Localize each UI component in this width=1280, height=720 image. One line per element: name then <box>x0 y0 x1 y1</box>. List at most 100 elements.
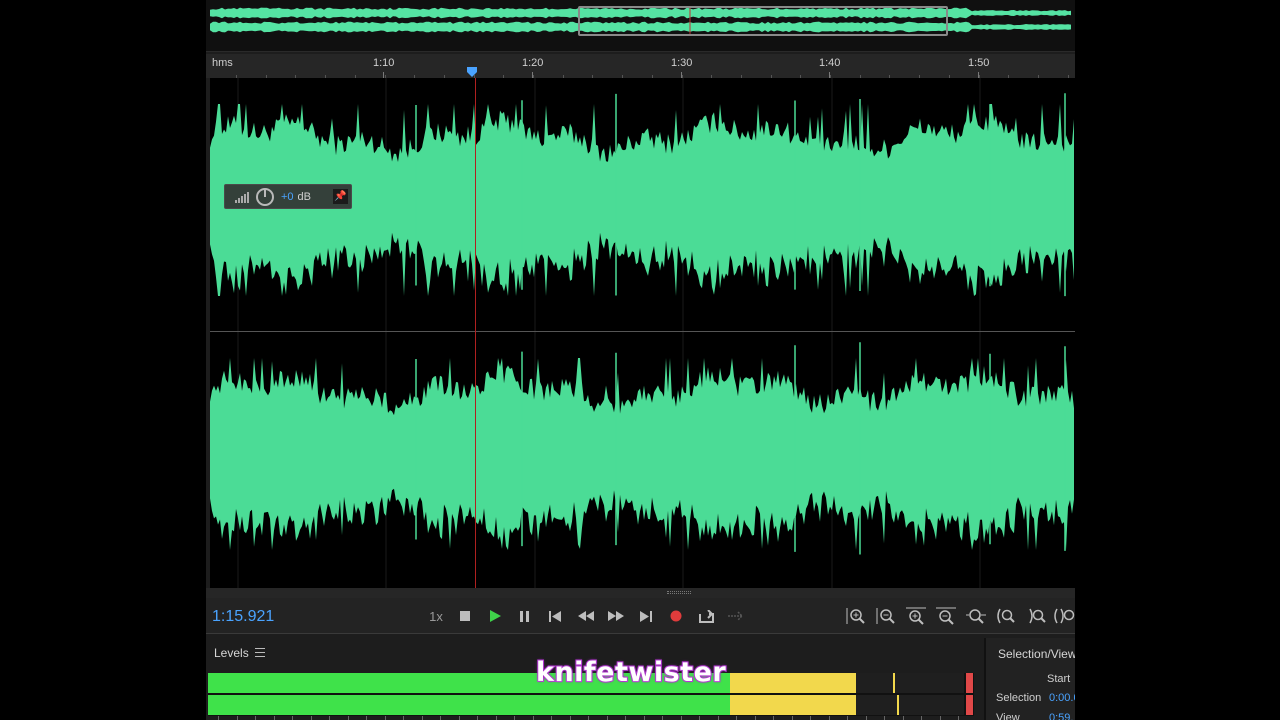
panel-splitter[interactable] <box>206 588 1075 598</box>
zoom-to-selection-button[interactable] <box>965 606 987 626</box>
meter-headroom <box>856 673 964 693</box>
meter-scale-tick <box>643 716 645 720</box>
ruler-tick-label: 1:20 <box>522 57 544 69</box>
meter-scale-tick <box>347 716 349 720</box>
meter-scale-tick <box>329 716 330 720</box>
skip-forward-icon <box>640 610 652 622</box>
meter-scale-tick <box>717 716 719 720</box>
meter-scale-tick <box>773 716 774 720</box>
meter-peak-hold <box>897 695 899 715</box>
zoom-in-right-button[interactable] <box>1025 606 1047 626</box>
meter-scale-tick <box>828 716 830 720</box>
zoom-in-left-button[interactable] <box>995 606 1017 626</box>
zoom-in-right-icon <box>1029 608 1046 624</box>
meter-scale-tick <box>551 716 552 720</box>
zoom-out-full-button[interactable] <box>1053 606 1075 626</box>
meter-scale-tick <box>791 716 793 720</box>
zoom-out-time-button[interactable] <box>935 606 957 626</box>
meter-scale-tick <box>236 716 238 720</box>
zoom-in-amplitude-icon <box>846 608 865 624</box>
start-column-header: Start <box>1047 673 1071 685</box>
ruler-tick-label: 1:40 <box>819 57 841 69</box>
move-to-next-button[interactable] <box>636 606 656 626</box>
meter-scale-tick <box>810 716 811 720</box>
record-icon <box>670 610 682 622</box>
zoom-in-time-button[interactable] <box>905 606 927 626</box>
meter-scale-tick <box>736 716 737 720</box>
skip-selection-icon <box>728 611 744 621</box>
channel-divider <box>210 331 1075 332</box>
meter-scale-tick <box>606 716 608 720</box>
gain-unit: dB <box>297 190 312 203</box>
meter-scale-tick <box>902 716 904 720</box>
current-time-display[interactable]: 1:15.921 <box>212 608 274 626</box>
meter-scale-tick <box>958 716 959 720</box>
meter-green-segment <box>208 695 730 715</box>
meter-yellow-segment <box>730 673 856 693</box>
zoom-in-amplitude-button[interactable] <box>845 606 867 626</box>
zoom-out-full-icon <box>1054 608 1075 624</box>
meter-scale-tick <box>699 716 700 720</box>
time-ruler[interactable]: hms 1:10 1:20 1:30 1:40 1:50 <box>206 54 1075 78</box>
zoom-selection-icon <box>966 609 986 624</box>
meter-headroom <box>856 695 964 715</box>
panel-menu-icon[interactable] <box>255 648 265 657</box>
selection-view-panel: Selection/View Start Selection 0:00.0 Vi… <box>984 638 1075 720</box>
meter-scale-tick <box>310 716 312 720</box>
skip-back-icon <box>549 610 561 622</box>
meter-scale-tick <box>384 716 386 720</box>
playhead-line[interactable] <box>475 78 476 588</box>
clip-indicator[interactable] <box>966 673 973 693</box>
meter-scale-tick <box>477 716 478 720</box>
meter-channel-right <box>208 695 974 715</box>
meter-scale-tick <box>403 716 404 720</box>
meter-scale-tick <box>514 716 515 720</box>
stop-button[interactable] <box>455 606 475 626</box>
meter-scale <box>208 715 974 720</box>
selection-row-label: Selection <box>996 692 1042 704</box>
waveform-editor[interactable]: +0 dB 📌 <box>210 78 1075 588</box>
rewind-button[interactable] <box>576 606 596 626</box>
overview-waveform[interactable] <box>206 0 1075 52</box>
meter-scale-tick <box>532 716 534 720</box>
selection-view-title[interactable]: Selection/View <box>998 647 1075 661</box>
waveform-graphic <box>210 78 1074 588</box>
gain-value[interactable]: +0 <box>281 191 294 203</box>
fast-forward-button[interactable] <box>606 606 626 626</box>
watermark-text: knifetwister <box>535 656 727 689</box>
meter-scale-tick <box>884 716 885 720</box>
rewind-icon <box>578 611 594 621</box>
meter-scale-tick <box>495 716 497 720</box>
loop-playback-button[interactable] <box>696 606 716 626</box>
playback-speed-button[interactable]: 1x <box>424 606 448 626</box>
signal-bars-icon <box>235 191 249 203</box>
playhead-marker-icon[interactable] <box>466 66 478 78</box>
view-start-value[interactable]: 0:59. <box>1049 712 1073 720</box>
zoom-out-amplitude-button[interactable] <box>875 606 897 626</box>
pause-icon <box>520 610 529 622</box>
skip-selection-button[interactable] <box>726 606 746 626</box>
levels-title[interactable]: Levels <box>214 646 249 660</box>
meter-scale-tick <box>662 716 663 720</box>
ruler-tick-label: 1:10 <box>373 57 395 69</box>
meter-scale-tick <box>680 716 682 720</box>
overview-view-range[interactable] <box>578 6 948 36</box>
zoom-out-time-icon <box>936 607 956 625</box>
volume-knob-icon[interactable] <box>256 187 274 206</box>
ruler-unit-label: hms <box>212 57 233 69</box>
move-to-previous-button[interactable] <box>545 606 565 626</box>
pause-button[interactable] <box>515 606 535 626</box>
stop-icon <box>460 611 470 621</box>
meter-scale-tick <box>421 716 423 720</box>
fast-forward-icon <box>608 611 624 621</box>
record-button[interactable] <box>666 606 686 626</box>
meter-scale-tick <box>939 716 941 720</box>
play-button[interactable] <box>485 606 505 626</box>
clip-indicator[interactable] <box>966 695 973 715</box>
hud-gain-control[interactable]: +0 dB 📌 <box>224 184 352 209</box>
meter-scale-tick <box>847 716 848 720</box>
selection-start-value[interactable]: 0:00.0 <box>1049 692 1075 704</box>
pin-icon[interactable]: 📌 <box>333 189 348 204</box>
meter-peak-hold <box>893 673 895 693</box>
splitter-grip-icon[interactable] <box>667 591 691 594</box>
